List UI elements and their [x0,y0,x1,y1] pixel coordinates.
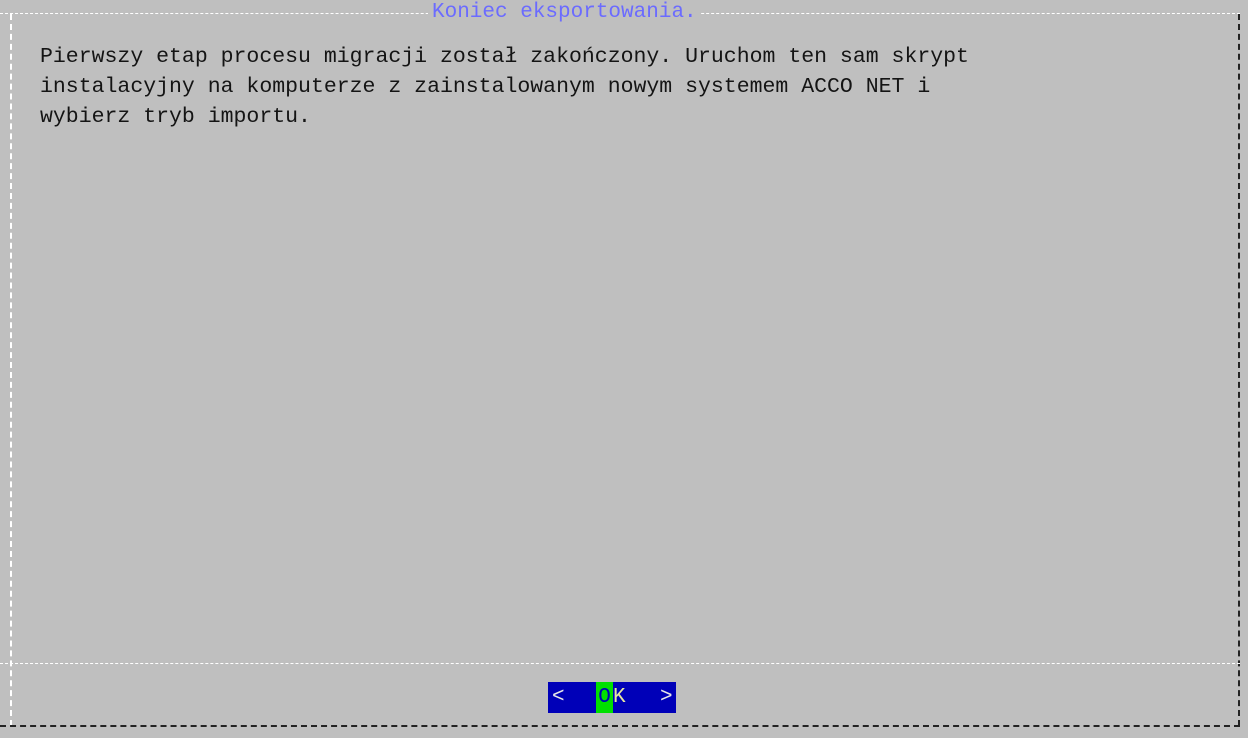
ok-button-hotkey: O [596,682,613,713]
dialog-right-border [1238,14,1240,726]
ok-button-label: K [613,686,626,709]
ok-button-right-bracket: > [660,686,673,709]
dialog-message: Pierwszy etap procesu migracji został za… [40,45,969,129]
dialog-bottom-border [0,725,1240,727]
dialog-title: Koniec eksportowania. [428,0,701,26]
ok-button-left-bracket: < [552,686,565,709]
dialog-button-separator [0,663,1240,664]
dialog-left-border [10,14,12,726]
ok-button[interactable]: < O K > [548,682,676,713]
